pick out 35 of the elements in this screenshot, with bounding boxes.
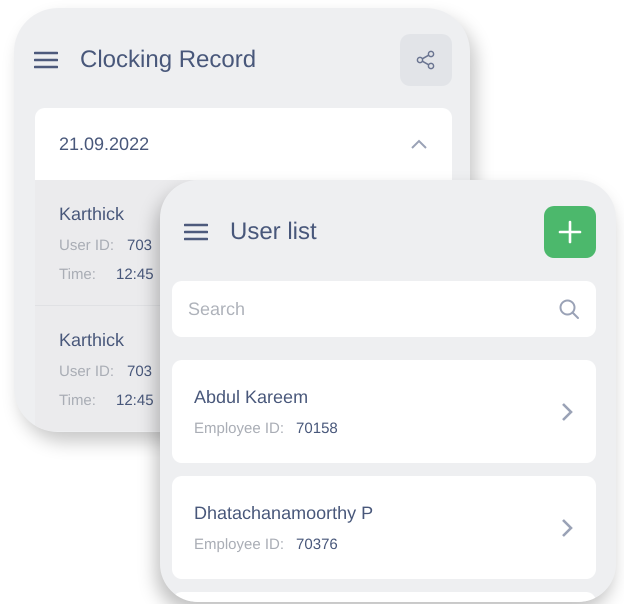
field-value: 70158 [296, 420, 338, 436]
screen-title: Clocking Record [80, 46, 258, 74]
share-icon [415, 49, 437, 71]
field-label: Time: [59, 392, 97, 409]
field-label: User ID: [59, 237, 116, 254]
field-label: User ID: [59, 363, 116, 380]
chevron-right-icon [560, 516, 574, 538]
search-icon [558, 298, 580, 320]
add-button[interactable] [544, 206, 596, 258]
record-name: Karthick [59, 330, 126, 351]
share-button[interactable] [400, 34, 452, 86]
record-row[interactable]: Karthick User ID: 703 Time: 12:45 [35, 180, 154, 305]
screen-title: User list [230, 218, 318, 246]
field-label: Time: [59, 266, 97, 283]
user-name: Dhatachanamoorthy P [194, 502, 374, 524]
field-value: 12:45 [116, 266, 154, 283]
chevron-right-icon [560, 400, 574, 422]
field-label: Employee ID: [194, 420, 284, 436]
user-name: Abdul Kareem [194, 386, 310, 408]
record-name: Karthick [59, 204, 126, 225]
user-list-item[interactable]: Abdul Kareem Employee ID: 70158 [172, 360, 596, 463]
search-field[interactable]: Search [172, 281, 596, 337]
menu-icon[interactable] [184, 223, 208, 241]
field-value: 12:45 [116, 392, 154, 409]
user-list-item[interactable]: Dhatachanamoorthy P Employee ID: 70376 [172, 476, 596, 579]
record-row[interactable]: Karthick User ID: 703 Time: 12:45 [35, 306, 154, 431]
date-label: 21.09.2022 [59, 134, 150, 154]
plus-icon [558, 220, 582, 244]
date-group-header[interactable]: 21.09.2022 [35, 108, 452, 180]
menu-icon[interactable] [34, 51, 58, 69]
field-value: 703 [127, 363, 152, 380]
field-value: 70376 [296, 536, 338, 552]
field-label: Employee ID: [194, 536, 284, 552]
chevron-icon [410, 138, 428, 150]
field-value: 703 [127, 237, 152, 254]
